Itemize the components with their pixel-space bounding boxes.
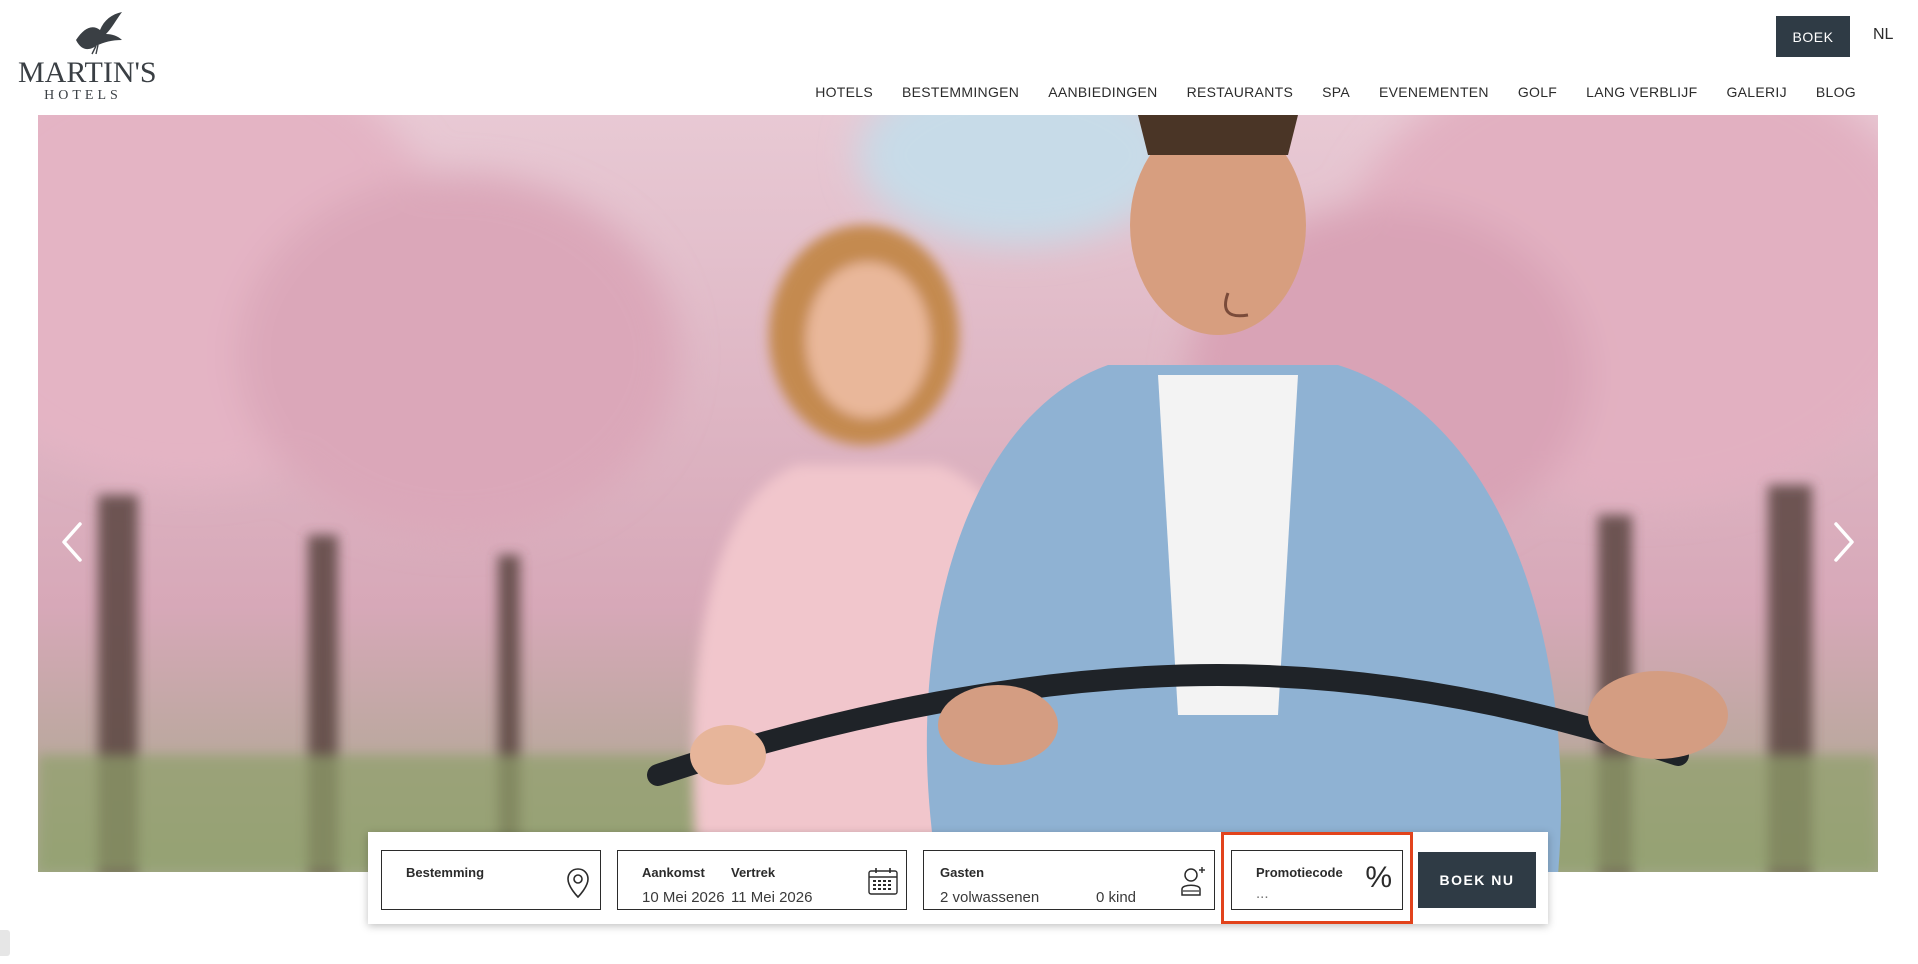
percent-icon: %	[1365, 861, 1392, 894]
book-now-button[interactable]: BOEK NU	[1418, 852, 1536, 908]
calendar-icon	[868, 868, 898, 895]
nav-item-galerij[interactable]: GALERIJ	[1726, 84, 1786, 100]
destination-field[interactable]: Bestemming	[381, 850, 601, 910]
nav-item-aanbiedingen[interactable]: AANBIEDINGEN	[1048, 84, 1157, 100]
arrival-value: 10 Mei 2026	[642, 889, 725, 906]
brand-logo[interactable]: MARTIN'S HOTELS	[18, 10, 157, 103]
guest-person-add-icon	[1181, 867, 1205, 896]
nav-item-blog[interactable]: BLOG	[1816, 84, 1856, 100]
carousel-next-arrow-icon[interactable]	[1828, 520, 1858, 564]
nav-item-restaurants[interactable]: RESTAURANTS	[1187, 84, 1294, 100]
booking-bar: Bestemming Aankomst 10 Mei 2026 Vertrek …	[368, 832, 1548, 924]
adults-value: 2 volwassenen	[940, 889, 1040, 906]
departure-value: 11 Mei 2026	[731, 889, 813, 906]
date-range-field[interactable]: Aankomst 10 Mei 2026 Vertrek 11 Mei 2026	[617, 850, 907, 910]
departure-label: Vertrek	[731, 865, 776, 880]
guests-label: Gasten	[940, 865, 985, 880]
side-tab-handle[interactable]	[0, 930, 10, 956]
brand-name: MARTIN'S	[18, 56, 157, 89]
nav-item-hotels[interactable]: HOTELS	[815, 84, 873, 100]
children-value: 0 kind	[1096, 889, 1137, 906]
guests-field[interactable]: Gasten 2 volwassenen 0 kind	[923, 850, 1215, 910]
bird-logo-icon	[76, 12, 122, 55]
language-selector[interactable]: NL	[1873, 26, 1893, 44]
brand-subtitle: HOTELS	[44, 88, 122, 103]
promo-code-input[interactable]	[1256, 885, 1356, 902]
main-nav: HOTELS BESTEMMINGEN AANBIEDINGEN RESTAUR…	[786, 84, 1856, 100]
arrival-label: Aankomst	[642, 865, 705, 880]
promo-code-field[interactable]: Promotiecode %	[1231, 850, 1403, 910]
hero-carousel	[38, 115, 1878, 872]
nav-item-golf[interactable]: GOLF	[1518, 84, 1557, 100]
book-button[interactable]: BOEK	[1776, 16, 1850, 57]
nav-item-spa[interactable]: SPA	[1322, 84, 1350, 100]
promo-label: Promotiecode	[1256, 865, 1343, 880]
nav-item-bestemmingen[interactable]: BESTEMMINGEN	[902, 84, 1019, 100]
destination-label: Bestemming	[406, 865, 485, 880]
carousel-prev-arrow-icon[interactable]	[58, 520, 88, 564]
nav-item-lang-verblijf[interactable]: LANG VERBLIJF	[1586, 84, 1697, 100]
location-pin-icon	[567, 868, 589, 899]
hero-image	[38, 115, 1878, 872]
nav-item-evenementen[interactable]: EVENEMENTEN	[1379, 84, 1489, 100]
